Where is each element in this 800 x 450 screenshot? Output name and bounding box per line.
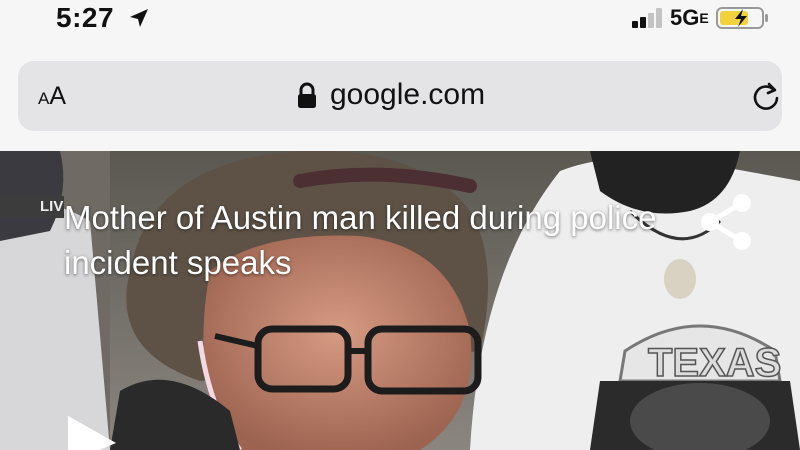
- play-icon[interactable]: [60, 413, 120, 450]
- network-type: 5G: [670, 5, 700, 30]
- reload-icon[interactable]: [750, 80, 782, 112]
- url-text[interactable]: google.com: [330, 75, 485, 115]
- network-suffix: E: [699, 10, 709, 26]
- live-badge: LIV: [0, 196, 64, 218]
- address-bar[interactable]: AA google.com: [18, 61, 782, 131]
- location-arrow-icon: [130, 9, 148, 27]
- text-size-big-label: A: [49, 82, 67, 110]
- lock-icon: [298, 82, 316, 108]
- share-icon[interactable]: [692, 189, 758, 255]
- signal-bars-icon: [632, 8, 662, 28]
- battery-charging-icon: [716, 7, 768, 29]
- text-size-small-label: A: [38, 89, 50, 108]
- video-player[interactable]: TEXAS LIV Mother of Austin man killed du…: [0, 151, 800, 450]
- network-indicator: 5GE: [670, 2, 709, 34]
- video-headline[interactable]: Mother of Austin man killed during polic…: [64, 195, 684, 285]
- shirt-graphic-text: TEXAS: [648, 341, 781, 385]
- text-size-button[interactable]: AA: [38, 81, 66, 115]
- status-bar: 5:27 5GE: [0, 0, 800, 44]
- status-time: 5:27: [56, 2, 115, 33]
